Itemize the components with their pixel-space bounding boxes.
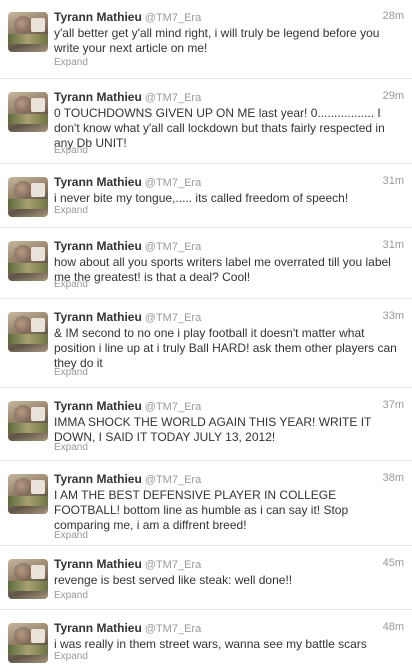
user-handle[interactable]: @TM7_Era bbox=[145, 12, 201, 24]
avatar[interactable] bbox=[8, 401, 48, 441]
expand-link[interactable]: Expand bbox=[54, 442, 88, 453]
expand-link[interactable]: Expand bbox=[54, 145, 88, 156]
user-name[interactable]: Tyrann Mathieu bbox=[54, 399, 142, 413]
tweet-time[interactable]: 33m bbox=[383, 310, 404, 322]
tweet-item[interactable]: Tyrann Mathieu @TM7_Era 29m 0 TOUCHDOWNS … bbox=[0, 80, 412, 164]
tweet-item[interactable]: Tyrann Mathieu @TM7_Era 33m & IM second t… bbox=[0, 300, 412, 388]
avatar[interactable] bbox=[8, 177, 48, 217]
tweet-time[interactable]: 31m bbox=[383, 239, 404, 251]
tweet-text: IMMA SHOCK THE WORLD AGAIN THIS YEAR! WR… bbox=[54, 415, 372, 444]
tweet-item[interactable]: Tyrann Mathieu @TM7_Era 31m how about all… bbox=[0, 229, 412, 299]
tweet-header: Tyrann Mathieu @TM7_Era bbox=[54, 557, 404, 573]
user-name[interactable]: Tyrann Mathieu bbox=[54, 621, 142, 635]
expand-link[interactable]: Expand bbox=[54, 57, 88, 68]
user-handle[interactable]: @TM7_Era bbox=[145, 241, 201, 253]
user-handle[interactable]: @TM7_Era bbox=[145, 312, 201, 324]
expand-link[interactable]: Expand bbox=[54, 651, 88, 662]
user-handle[interactable]: @TM7_Era bbox=[145, 474, 201, 486]
tweet-text: I AM THE BEST DEFENSIVE PLAYER IN COLLEG… bbox=[54, 488, 349, 532]
user-name[interactable]: Tyrann Mathieu bbox=[54, 90, 142, 104]
tweet-item[interactable]: Tyrann Mathieu @TM7_Era 28m y'all better … bbox=[0, 0, 412, 79]
tweet-text: revenge is best served like steak: well … bbox=[54, 573, 293, 587]
tweet-header: Tyrann Mathieu @TM7_Era bbox=[54, 472, 404, 488]
tweet-header: Tyrann Mathieu @TM7_Era bbox=[54, 90, 404, 106]
tweet-item[interactable]: Tyrann Mathieu @TM7_Era 31m i never bite … bbox=[0, 165, 412, 228]
user-handle[interactable]: @TM7_Era bbox=[145, 177, 201, 189]
avatar[interactable] bbox=[8, 623, 48, 663]
tweet-time[interactable]: 45m bbox=[383, 557, 404, 569]
avatar[interactable] bbox=[8, 241, 48, 281]
tweet-text: i was really in them street wars, wanna … bbox=[54, 637, 367, 651]
tweet-text: & IM second to no one i play football it… bbox=[54, 326, 397, 370]
tweet-time[interactable]: 28m bbox=[383, 10, 404, 22]
tweet-header: Tyrann Mathieu @TM7_Era bbox=[54, 399, 404, 415]
user-handle[interactable]: @TM7_Era bbox=[145, 92, 201, 104]
tweet-time[interactable]: 38m bbox=[383, 472, 404, 484]
tweet-time[interactable]: 37m bbox=[383, 399, 404, 411]
tweet-header: Tyrann Mathieu @TM7_Era bbox=[54, 10, 404, 26]
avatar[interactable] bbox=[8, 312, 48, 352]
tweet-item[interactable]: Tyrann Mathieu @TM7_Era 45m revenge is be… bbox=[0, 547, 412, 610]
user-name[interactable]: Tyrann Mathieu bbox=[54, 10, 142, 24]
expand-link[interactable]: Expand bbox=[54, 205, 88, 216]
tweet-time[interactable]: 48m bbox=[383, 621, 404, 633]
expand-link[interactable]: Expand bbox=[54, 279, 88, 290]
avatar[interactable] bbox=[8, 559, 48, 599]
avatar[interactable] bbox=[8, 474, 48, 514]
tweet-text: how about all you sports writers label m… bbox=[54, 255, 391, 284]
tweet-time[interactable]: 29m bbox=[383, 90, 404, 102]
tweet-text: i never bite my tongue,..... its called … bbox=[54, 191, 349, 205]
user-name[interactable]: Tyrann Mathieu bbox=[54, 239, 142, 253]
user-name[interactable]: Tyrann Mathieu bbox=[54, 472, 142, 486]
user-handle[interactable]: @TM7_Era bbox=[145, 623, 201, 635]
expand-link[interactable]: Expand bbox=[54, 530, 88, 541]
avatar[interactable] bbox=[8, 12, 48, 52]
user-name[interactable]: Tyrann Mathieu bbox=[54, 557, 142, 571]
tweet-item[interactable]: Tyrann Mathieu @TM7_Era 37m IMMA SHOCK TH… bbox=[0, 389, 412, 461]
tweet-header: Tyrann Mathieu @TM7_Era bbox=[54, 239, 404, 255]
tweet-item[interactable]: Tyrann Mathieu @TM7_Era 48m i was really … bbox=[0, 611, 412, 672]
avatar[interactable] bbox=[8, 92, 48, 132]
tweet-text: 0 TOUCHDOWNS GIVEN UP ON ME last year! 0… bbox=[54, 106, 385, 150]
expand-link[interactable]: Expand bbox=[54, 367, 88, 378]
tweet-time[interactable]: 31m bbox=[383, 175, 404, 187]
user-name[interactable]: Tyrann Mathieu bbox=[54, 175, 142, 189]
expand-link[interactable]: Expand bbox=[54, 590, 88, 601]
tweet-header: Tyrann Mathieu @TM7_Era bbox=[54, 310, 404, 326]
user-handle[interactable]: @TM7_Era bbox=[145, 401, 201, 413]
tweet-header: Tyrann Mathieu @TM7_Era bbox=[54, 175, 404, 191]
tweet-item[interactable]: Tyrann Mathieu @TM7_Era 38m I AM THE BEST… bbox=[0, 462, 412, 546]
tweet-text: y'all better get y'all mind right, i wil… bbox=[54, 26, 380, 55]
user-handle[interactable]: @TM7_Era bbox=[145, 559, 201, 571]
user-name[interactable]: Tyrann Mathieu bbox=[54, 310, 142, 324]
tweet-header: Tyrann Mathieu @TM7_Era bbox=[54, 621, 404, 637]
